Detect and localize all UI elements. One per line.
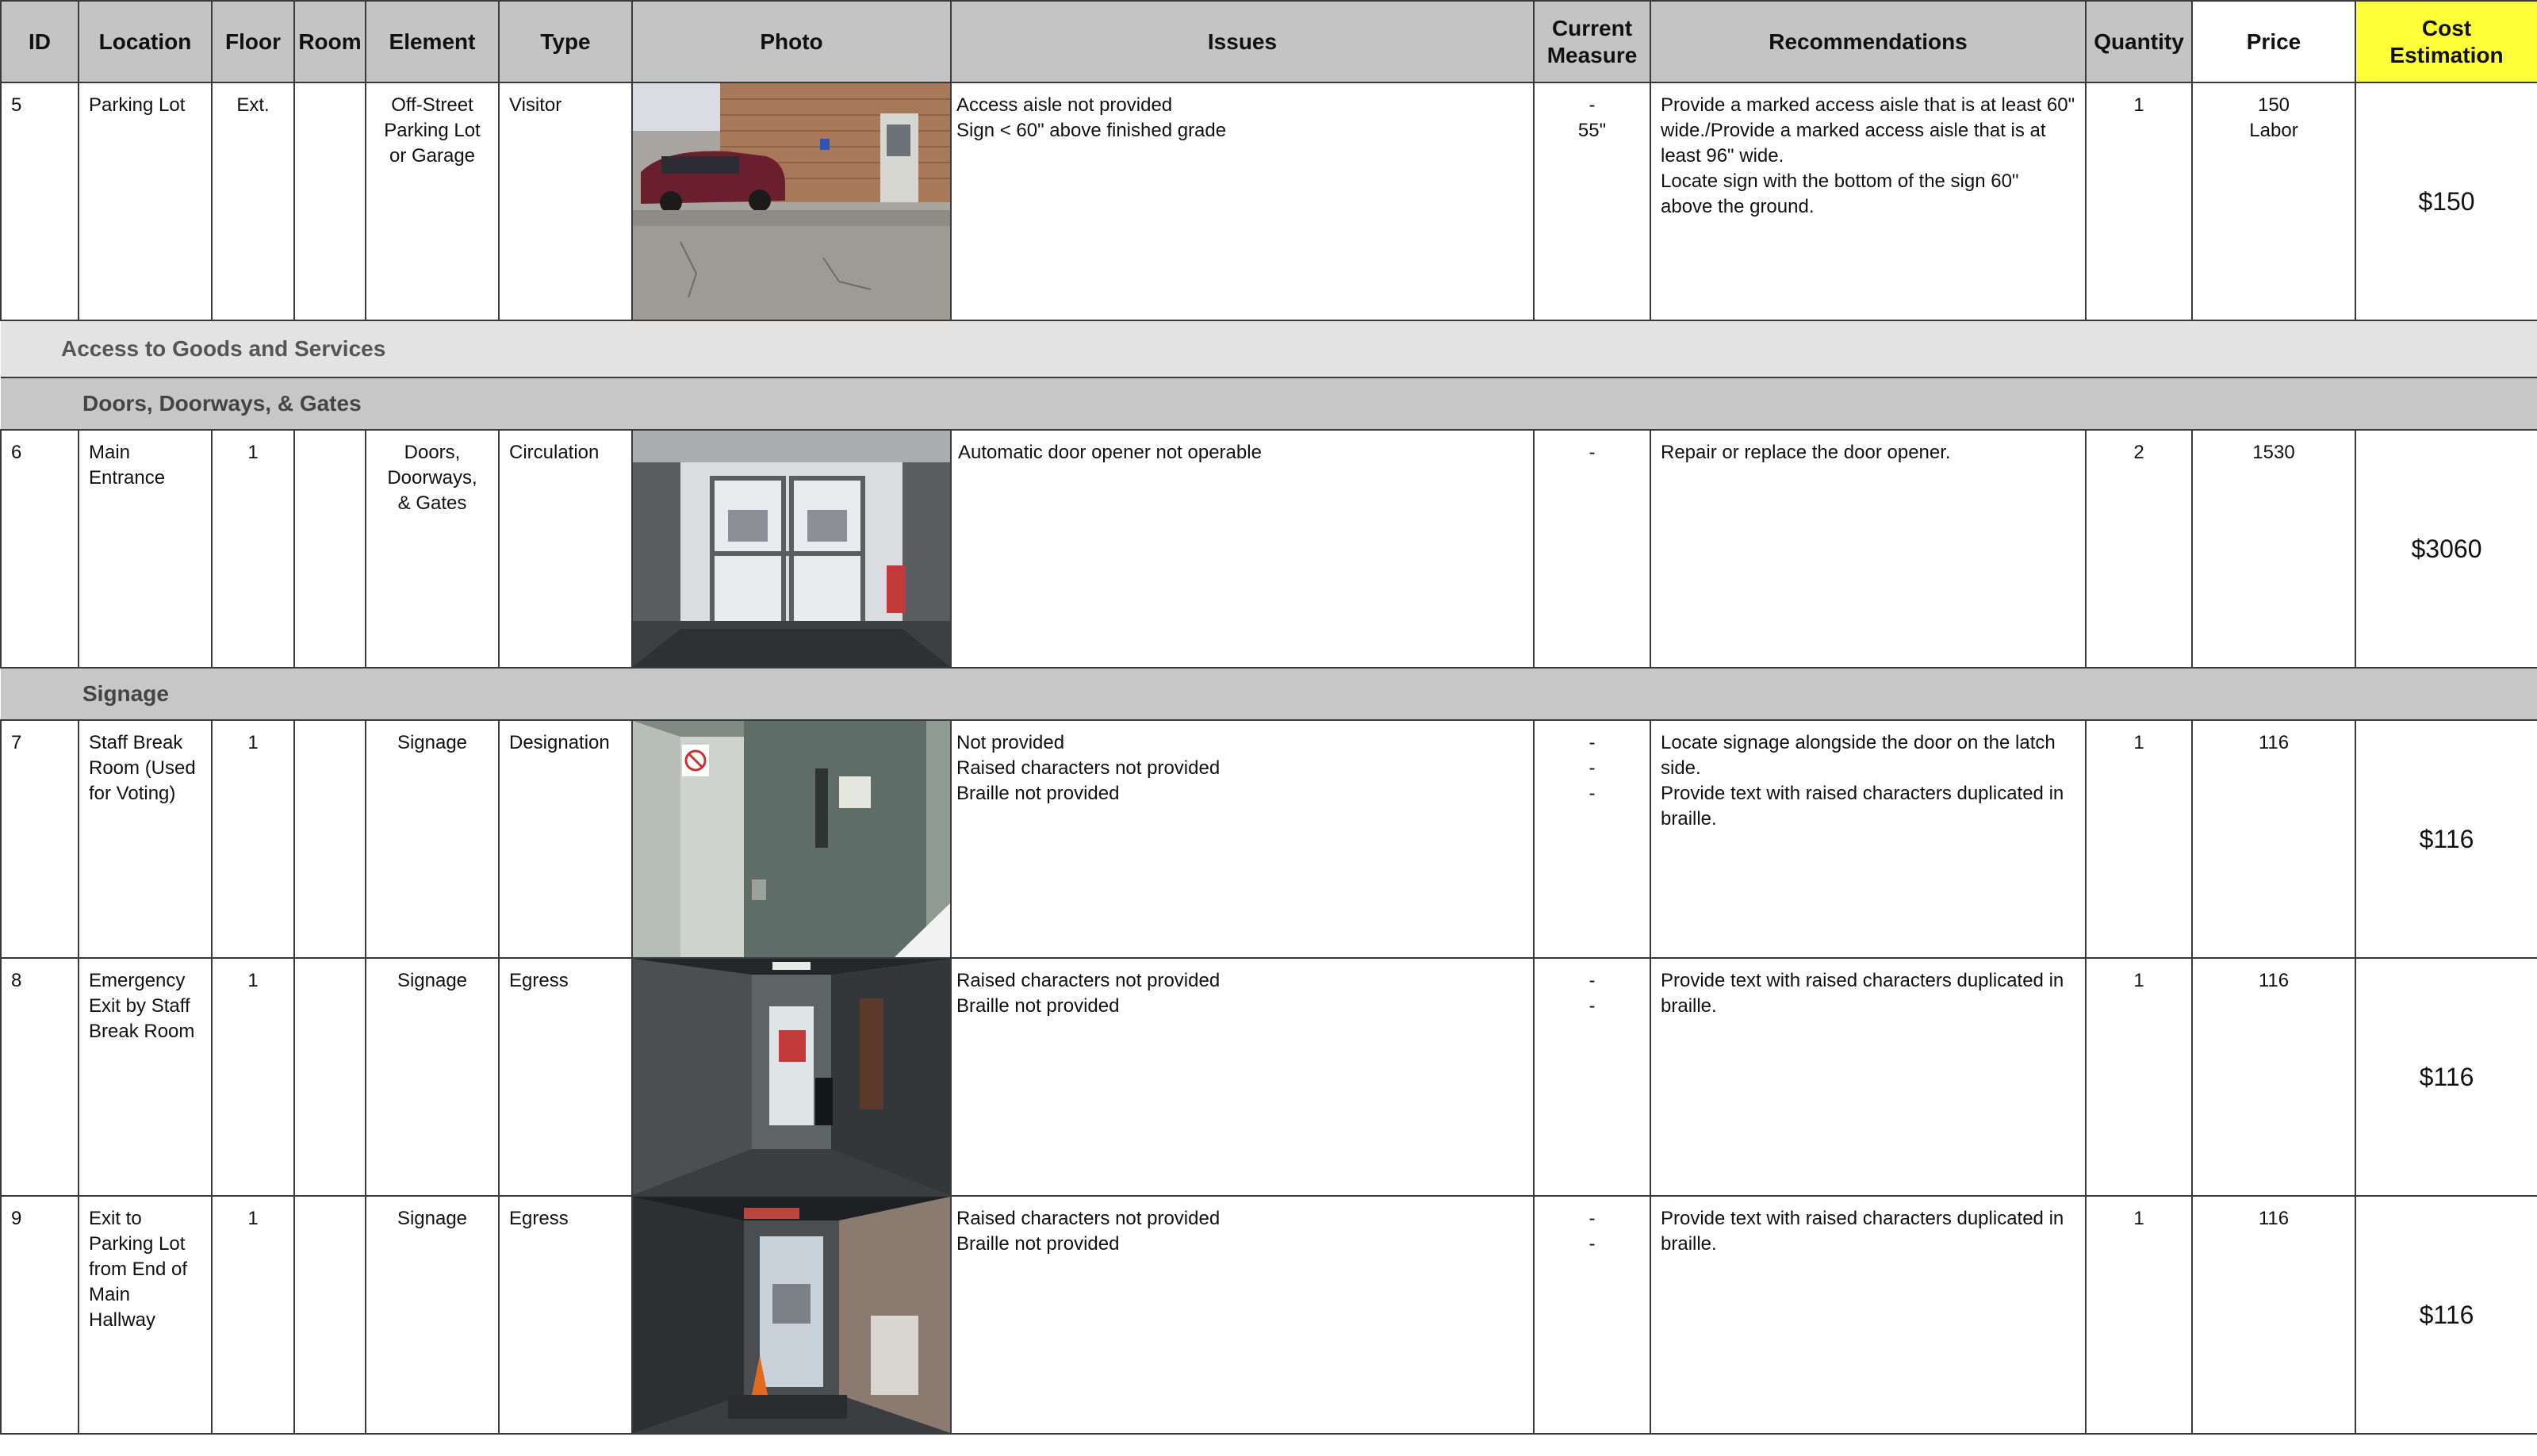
cell-cost-estimation: $116 [2355,957,2537,1197]
table-row: 5 Parking Lot Ext. Off-Street Parking Lo… [0,82,2537,321]
cell-photo [631,719,952,959]
cell-cost-estimation: $3060 [2355,429,2537,669]
cell-photo [631,957,952,1197]
subsection-header-row: Signage [1,667,2537,721]
cell-location: Parking Lot [78,82,213,321]
cell-floor: Ext. [211,82,295,321]
cell-room [293,957,366,1197]
table-row: 9 Exit to Parking Lot from End of Main H… [0,1195,2537,1435]
cell-floor: 1 [211,719,295,959]
col-header-floor: Floor [211,0,295,83]
cell-recommendations: Provide a marked access aisle that is at… [1650,82,2087,321]
cell-id: 6 [0,429,79,669]
subsection-header: Doors, Doorways, & Gates [1,377,2537,431]
subsection-title: Doors, Doorways, & Gates [82,391,362,416]
cell-type: Egress [498,1195,633,1435]
col-header-room: Room [293,0,366,83]
cell-id: 5 [0,82,79,321]
staff-break-room-photo [633,721,950,957]
exit-to-parking-lot-photo [633,1197,950,1433]
table-row: 8 Emergency Exit by Staff Break Room 1 S… [0,957,2537,1197]
section-title: Access to Goods and Services [61,336,386,361]
cell-cost-estimation: $116 [2355,1195,2537,1435]
col-header-current-measure: Current Measure [1533,0,1651,83]
cell-floor: 1 [211,1195,295,1435]
cell-issues: Automatic door opener not operable [950,429,1535,669]
col-header-issues: Issues [950,0,1535,83]
subsection-title: Signage [82,681,169,706]
cell-room [293,719,366,959]
cell-recommendations: Repair or replace the door opener. [1650,429,2087,669]
cell-recommendations: Locate signage alongside the door on the… [1650,719,2087,959]
cell-quantity: 2 [2085,429,2193,669]
cell-price: 116 [2191,957,2356,1197]
col-header-price: Price [2191,0,2356,83]
col-header-recommendations: Recommendations [1650,0,2087,83]
table-row: 7 Staff Break Room (Used for Voting) 1 S… [0,719,2537,959]
section-header: Access to Goods and Services [1,320,2537,378]
cell-location: Staff Break Room (Used for Voting) [78,719,213,959]
cell-type: Visitor [498,82,633,321]
col-header-cost-estimation: Cost Estimation [2355,0,2537,83]
cell-id: 9 [0,1195,79,1435]
table-row: 6 Main Entrance 1 Doors, Doorways, & Gat… [0,429,2537,669]
barrier-report-table: ID Location Floor Room Element Type Phot… [0,0,2537,1435]
cell-element: Signage [365,719,500,959]
col-header-element: Element [365,0,500,83]
cell-id: 8 [0,957,79,1197]
cell-element: Signage [365,957,500,1197]
cell-issues: Raised characters not provided Braille n… [950,957,1535,1197]
cell-cost-estimation: $116 [2355,719,2537,959]
cell-photo [631,1195,952,1435]
cell-type: Circulation [498,429,633,669]
cell-room [293,1195,366,1435]
cell-current-measure: - - - [1533,719,1651,959]
cell-location: Exit to Parking Lot from End of Main Hal… [78,1195,213,1435]
cell-current-measure: - - [1533,957,1651,1197]
cell-element: Doors, Doorways, & Gates [365,429,500,669]
section-header-row: Access to Goods and Services [1,320,2537,378]
cell-photo [631,429,952,669]
cell-quantity: 1 [2085,82,2193,321]
col-header-type: Type [498,0,633,83]
cell-floor: 1 [211,429,295,669]
cell-quantity: 1 [2085,1195,2193,1435]
cell-price: 1530 [2191,429,2356,669]
subsection-header: Signage [1,667,2537,721]
cell-room [293,429,366,669]
cell-price: 150 Labor [2191,82,2356,321]
cell-current-measure: - - [1533,1195,1651,1435]
cell-location: Main Entrance [78,429,213,669]
header-row: ID Location Floor Room Element Type Phot… [0,0,2537,83]
emergency-exit-photo [633,959,950,1195]
cell-element: Off-Street Parking Lot or Garage [365,82,500,321]
cell-price: 116 [2191,1195,2356,1435]
cell-current-measure: - [1533,429,1651,669]
cell-issues: Raised characters not provided Braille n… [950,1195,1535,1435]
subsection-header-row: Doors, Doorways, & Gates [1,377,2537,431]
col-header-location: Location [78,0,213,83]
main-entrance-photo [633,431,950,667]
cell-type: Egress [498,957,633,1197]
cell-location: Emergency Exit by Staff Break Room [78,957,213,1197]
cell-cost-estimation: $150 [2355,82,2537,321]
cell-room [293,82,366,321]
cell-price: 116 [2191,719,2356,959]
cell-type: Designation [498,719,633,959]
col-header-id: ID [0,0,79,83]
cell-recommendations: Provide text with raised characters dupl… [1650,957,2087,1197]
cell-quantity: 1 [2085,957,2193,1197]
col-header-quantity: Quantity [2085,0,2193,83]
cell-issues: Access aisle not provided Sign < 60" abo… [950,82,1535,321]
cell-element: Signage [365,1195,500,1435]
cell-id: 7 [0,719,79,959]
cell-current-measure: - 55" [1533,82,1651,321]
parking-lot-photo [633,83,950,320]
cell-floor: 1 [211,957,295,1197]
cell-recommendations: Provide text with raised characters dupl… [1650,1195,2087,1435]
cell-issues: Not provided Raised characters not provi… [950,719,1535,959]
cell-photo [631,82,952,321]
col-header-photo: Photo [631,0,952,83]
cell-quantity: 1 [2085,719,2193,959]
